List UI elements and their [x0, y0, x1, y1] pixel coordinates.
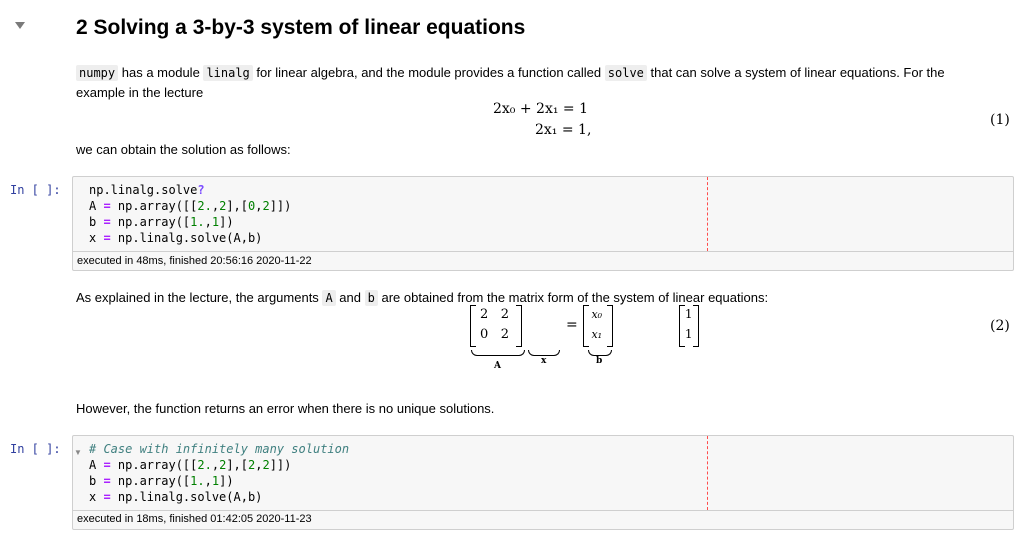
code-text-1[interactable]: np.linalg.solve? A = np.array([[2.,2],[0… [89, 182, 291, 246]
fold-cell-icon[interactable]: ▼ [74, 448, 82, 457]
intro-paragraph: numpy has a module linalg for linear alg… [76, 63, 945, 102]
intro-text-line2: example in the lecture [76, 85, 204, 100]
code-cell-2[interactable]: # Case with infinitely many solution A =… [72, 435, 1014, 530]
explain-text-2: and [339, 290, 361, 305]
inline-code-b: b [364, 290, 378, 306]
code-cell-1[interactable]: np.linalg.solve? A = np.array([[2.,2],[0… [72, 176, 1014, 271]
however-text: However, the function returns an error w… [76, 401, 495, 416]
cell-1-prompt: In [ ]: [10, 183, 61, 197]
vector-b: 1 1 [678, 305, 699, 347]
equation-number-1: (1) [990, 112, 1010, 128]
label-x: x [541, 356, 547, 366]
obtain-text: we can obtain the solution as follows: [76, 142, 291, 157]
explain-text-1: As explained in the lecture, the argumen… [76, 290, 319, 305]
intro-text-1: has a module [121, 65, 200, 80]
inline-code-linalg: linalg [203, 65, 253, 81]
code-text-2[interactable]: # Case with infinitely many solution A =… [89, 441, 349, 505]
code-editor-2[interactable]: # Case with infinitely many solution A =… [73, 436, 1013, 511]
intro-text-2: for linear algebra, and the module provi… [256, 65, 602, 80]
ruler-line [707, 436, 708, 510]
inline-code-solve: solve [604, 65, 647, 81]
equation-line-2: 2x₁ = 1, [535, 122, 592, 138]
code-editor-1[interactable]: np.linalg.solve? A = np.array([[2.,2],[0… [73, 177, 1013, 252]
matrix-A: 2 2 0 2 [470, 305, 522, 347]
intro-text-3: that can solve a system of linear equati… [650, 65, 945, 80]
label-A: A [494, 361, 501, 371]
equals-sign: = [566, 317, 578, 333]
section-heading: 2 Solving a 3-by-3 system of linear equa… [76, 16, 526, 39]
exec-time-1: executed in 48ms, finished 20:56:16 2020… [77, 255, 312, 267]
vector-x: x₀ x₁ [583, 305, 614, 347]
explain-paragraph: As explained in the lecture, the argumen… [76, 288, 768, 308]
collapse-heading-icon[interactable] [15, 22, 25, 29]
equation-number-2: (2) [990, 318, 1010, 334]
explain-text-3: are obtained from the matrix form of the… [381, 290, 769, 305]
inline-code-numpy: numpy [76, 65, 119, 81]
brace-A [471, 350, 525, 356]
exec-time-2: executed in 18ms, finished 01:42:05 2020… [77, 513, 312, 525]
matrix-equation: 2 2 0 2 x₀ x₁ = 1 1 A x b [470, 305, 699, 375]
inline-code-A: A [322, 290, 336, 306]
ruler-line [707, 177, 708, 251]
equation-line-1: 2x₀ + 2x₁ = 1 [493, 101, 588, 117]
cell-2-prompt: In [ ]: [10, 442, 61, 456]
label-b: b [596, 356, 603, 366]
